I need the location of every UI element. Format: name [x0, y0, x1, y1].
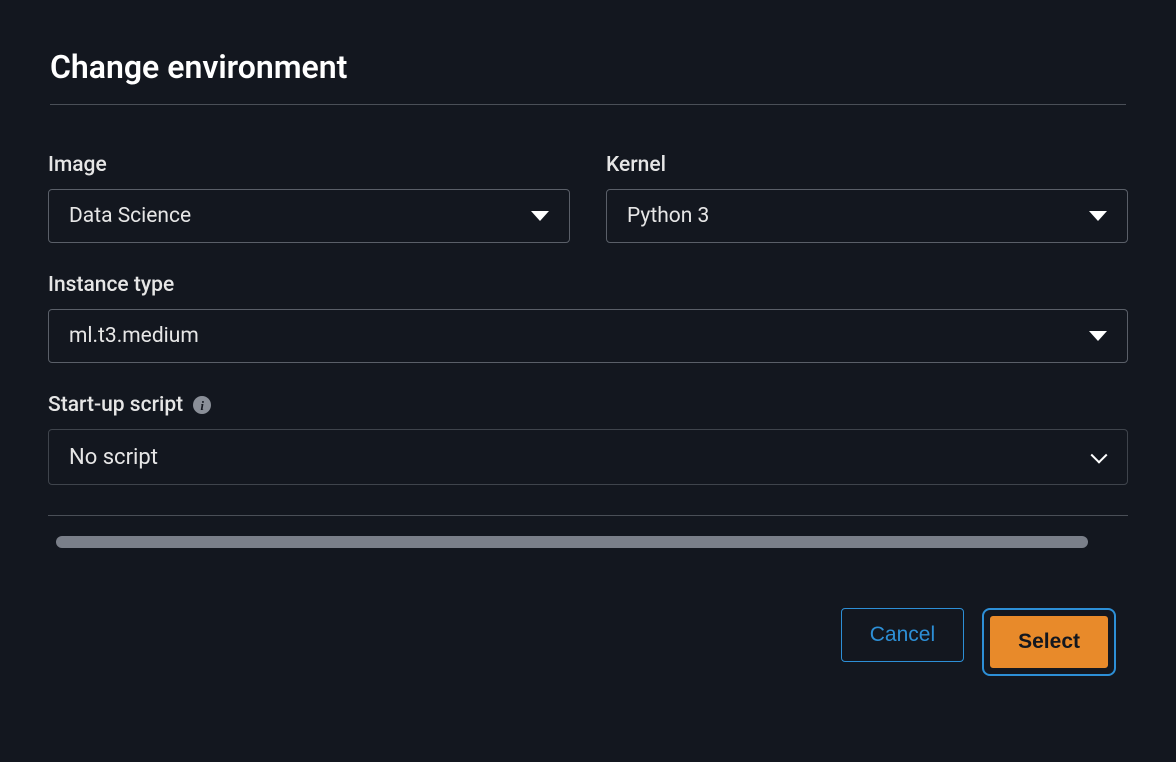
form-row-1: Image Data Science Kernel Python 3: [48, 153, 1128, 243]
form-area: Image Data Science Kernel Python 3 Insta…: [0, 105, 1176, 578]
startup-script-select[interactable]: No script: [48, 429, 1128, 485]
caret-down-icon: [531, 211, 549, 221]
caret-down-icon: [1089, 331, 1107, 341]
kernel-label: Kernel: [606, 153, 1128, 177]
image-select-value: Data Science: [69, 204, 191, 228]
chevron-down-icon: [1091, 447, 1108, 464]
instance-type-select[interactable]: ml.t3.medium: [48, 309, 1128, 363]
dialog-footer: Cancel Select: [0, 578, 1176, 716]
scrollbar-thumb[interactable]: [56, 536, 1088, 548]
dialog-title: Change environment: [50, 48, 1126, 86]
horizontal-scrollbar[interactable]: [48, 536, 1128, 548]
instance-type-select-value: ml.t3.medium: [69, 324, 199, 348]
image-label: Image: [48, 153, 570, 177]
kernel-select[interactable]: Python 3: [606, 189, 1128, 243]
kernel-select-value: Python 3: [627, 204, 709, 228]
kernel-group: Kernel Python 3: [606, 153, 1128, 243]
instance-type-label: Instance type: [48, 273, 1128, 297]
change-environment-dialog: Change environment Image Data Science Ke…: [0, 0, 1176, 762]
dialog-header: Change environment: [0, 0, 1176, 105]
footer-divider: [48, 515, 1128, 516]
select-button[interactable]: Select: [989, 615, 1109, 669]
info-icon[interactable]: i: [193, 396, 211, 414]
instance-type-group: Instance type ml.t3.medium: [48, 273, 1128, 363]
select-button-focus-ring: Select: [982, 608, 1116, 676]
startup-script-select-value: No script: [69, 445, 158, 470]
startup-script-label-text: Start-up script: [48, 393, 183, 417]
image-select[interactable]: Data Science: [48, 189, 570, 243]
cancel-button[interactable]: Cancel: [841, 608, 964, 662]
startup-script-group: Start-up script i No script: [48, 393, 1128, 485]
image-group: Image Data Science: [48, 153, 570, 243]
caret-down-icon: [1089, 211, 1107, 221]
startup-script-label: Start-up script i: [48, 393, 1128, 417]
